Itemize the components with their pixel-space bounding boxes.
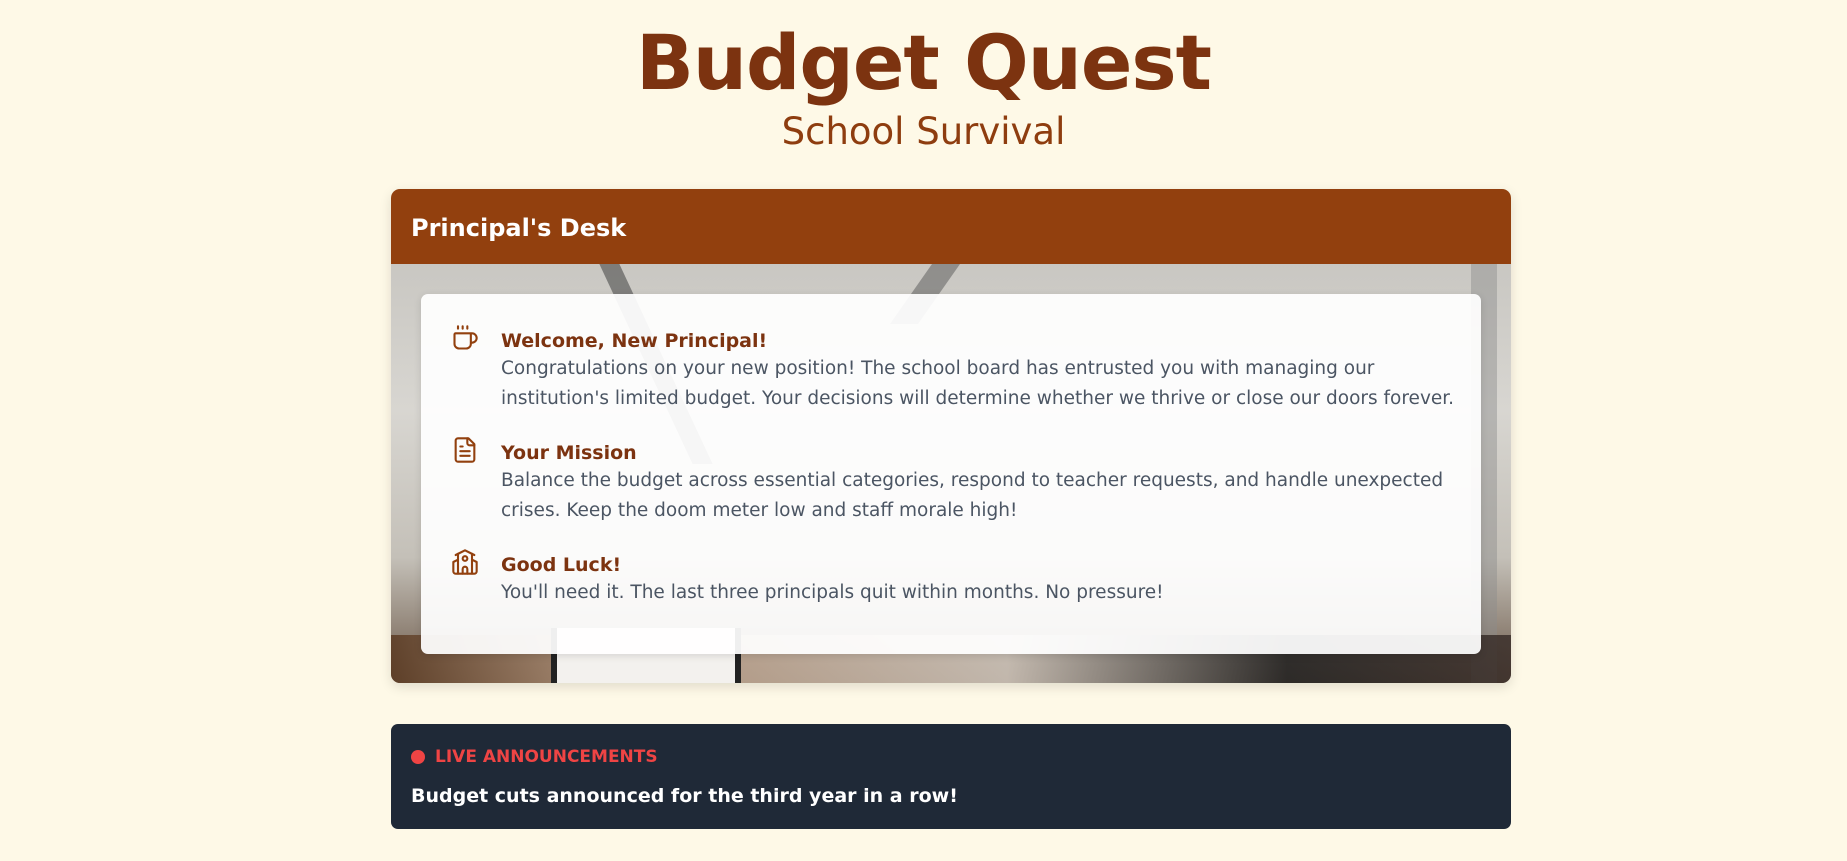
welcome-title: Welcome, New Principal! [501,330,768,352]
live-announcements-panel: LIVE ANNOUNCEMENTS Budget cuts announced… [391,724,1511,829]
page-header: Budget Quest School Survival [0,0,1847,154]
desk-header: Principal's Desk [391,189,1511,264]
welcome-card: Welcome, New Principal! Congratulations … [421,294,1481,654]
welcome-item: Welcome, New Principal! Congratulations … [451,324,1454,414]
school-building-icon [451,548,479,576]
game-title: Budget Quest [636,18,1212,107]
welcome-content: Welcome, New Principal! Congratulations … [501,324,1476,414]
good-luck-item: Good Luck! You'll need it. The last thre… [451,548,1451,608]
classroom-background-image: Welcome, New Principal! Congratulations … [391,264,1511,683]
principals-desk-panel: Principal's Desk Welcome, New Principal!… [391,189,1511,683]
mission-title: Your Mission [501,442,637,464]
announcement-message: Budget cuts announced for the third year… [411,785,958,807]
mission-text: Balance the budget across essential cate… [501,470,1444,521]
welcome-text: Congratulations on your new position! Th… [501,358,1455,409]
live-label-text: LIVE ANNOUNCEMENTS [435,747,658,767]
coffee-cup-icon [451,324,479,352]
game-subtitle: School Survival [781,110,1066,153]
good-luck-text: You'll need it. The last three principal… [501,582,1164,603]
document-icon [451,436,479,464]
live-indicator-icon [411,750,425,764]
mission-item: Your Mission Balance the budget across e… [451,436,1451,526]
mission-content: Your Mission Balance the budget across e… [501,436,1476,526]
live-announcements-label: LIVE ANNOUNCEMENTS [411,746,1491,768]
good-luck-content: Good Luck! You'll need it. The last thre… [501,548,1476,608]
good-luck-title: Good Luck! [501,554,622,576]
